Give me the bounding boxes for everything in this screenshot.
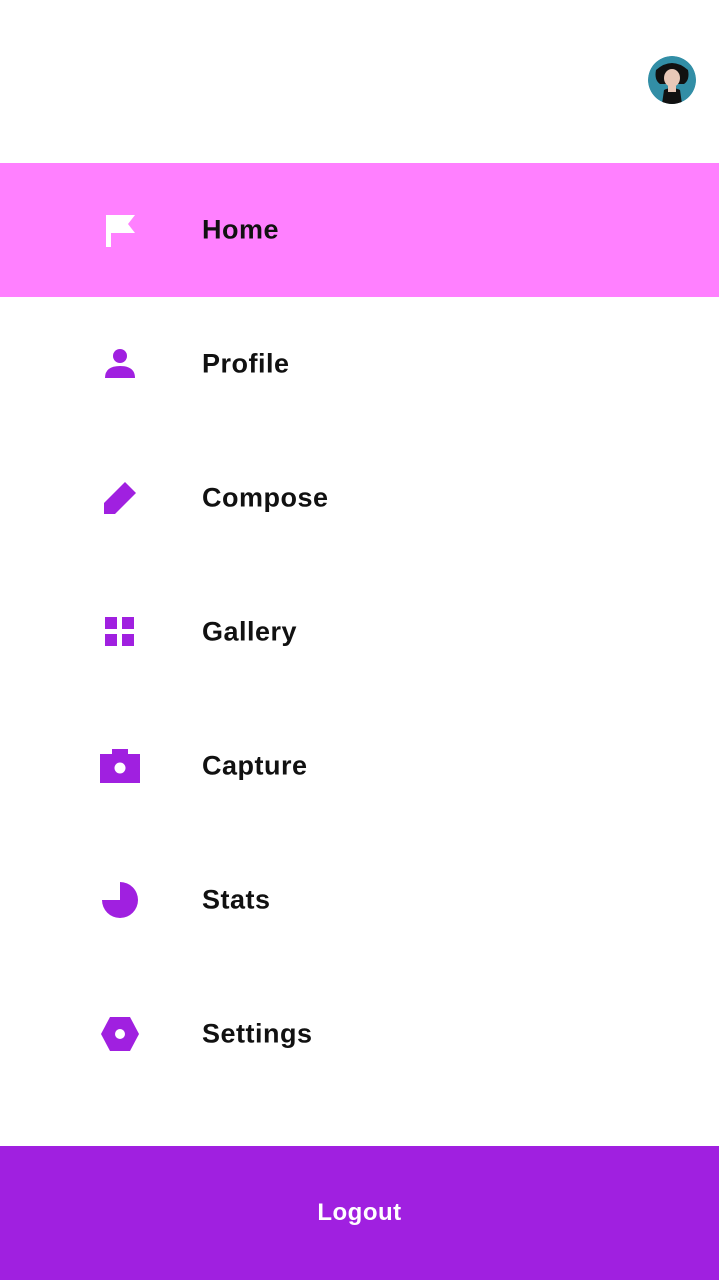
menu-item-stats[interactable]: Stats <box>0 833 719 967</box>
menu-item-profile[interactable]: Profile <box>0 297 719 431</box>
avatar[interactable] <box>648 56 696 104</box>
camera-icon <box>100 746 140 786</box>
menu-item-label: Home <box>202 214 280 245</box>
menu-item-label: Gallery <box>202 616 298 647</box>
pie-chart-icon <box>100 880 140 920</box>
menu-item-home[interactable]: Home <box>0 163 719 297</box>
menu-item-settings[interactable]: Settings <box>0 967 719 1101</box>
menu-item-gallery[interactable]: Gallery <box>0 565 719 699</box>
menu-item-compose[interactable]: Compose <box>0 431 719 565</box>
logout-label: Logout <box>317 1199 402 1226</box>
drawer-menu: Home Profile Compose Gallery Capture Sta… <box>0 163 719 1101</box>
menu-item-label: Profile <box>202 348 290 379</box>
menu-item-label: Settings <box>202 1018 313 1049</box>
menu-item-capture[interactable]: Capture <box>0 699 719 833</box>
navigation-drawer: Home Profile Compose Gallery Capture Sta… <box>0 0 719 1280</box>
pencil-icon <box>100 478 140 518</box>
flag-icon <box>100 210 140 250</box>
grid-icon <box>100 612 140 652</box>
logout-button[interactable]: Logout <box>0 1146 719 1280</box>
person-icon <box>100 344 140 384</box>
hexagon-settings-icon <box>100 1014 140 1054</box>
avatar-image <box>648 56 696 104</box>
menu-item-label: Stats <box>202 884 271 915</box>
menu-item-label: Compose <box>202 482 329 513</box>
menu-item-label: Capture <box>202 750 308 781</box>
drawer-header <box>0 0 719 163</box>
